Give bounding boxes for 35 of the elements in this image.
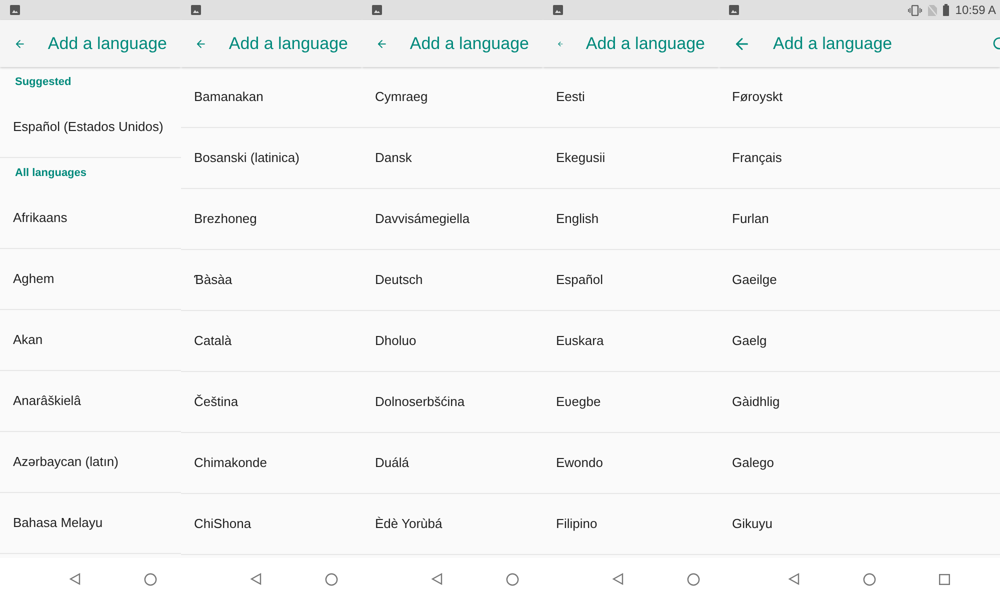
home-icon[interactable] [144,572,157,586]
language-item[interactable]: Furlan [719,189,1000,250]
status-time: 10:59 A [955,2,996,19]
no-sim-icon [928,4,938,16]
language-item[interactable]: Galego [719,433,1000,494]
home-icon[interactable] [687,572,700,586]
language-item[interactable]: Gikuyu [719,494,1000,555]
back-icon[interactable] [69,573,81,585]
home-icon[interactable] [863,572,876,586]
language-item[interactable]: Gaelg [719,311,1000,372]
vibrate-icon [908,4,922,16]
section-header: All languages [15,166,87,181]
screen-title: Add a language [410,32,529,55]
screen-title: Add a language [586,32,705,55]
back-icon[interactable] [431,573,443,585]
language-item[interactable]: Gaeilge [719,250,1000,311]
language-item[interactable]: Gàidhlig [719,372,1000,433]
home-icon[interactable] [506,572,519,586]
back-icon[interactable] [250,573,262,585]
screen-title: Add a language [773,32,892,55]
back-icon[interactable] [788,573,800,585]
language-item[interactable]: Føroyskt [719,67,1000,128]
language-item[interactable]: Français [719,128,1000,189]
image-icon [10,5,20,15]
recents-icon[interactable] [939,574,950,584]
image-icon [553,5,563,15]
section-header: Suggested [15,74,72,90]
back-icon[interactable] [612,573,624,585]
battery-icon [943,4,950,16]
image-icon [372,5,382,15]
home-icon[interactable] [325,572,338,586]
screen-title: Add a language [48,32,167,55]
image-icon [191,5,201,15]
screen-title: Add a language [228,32,348,55]
image-icon [729,5,739,15]
